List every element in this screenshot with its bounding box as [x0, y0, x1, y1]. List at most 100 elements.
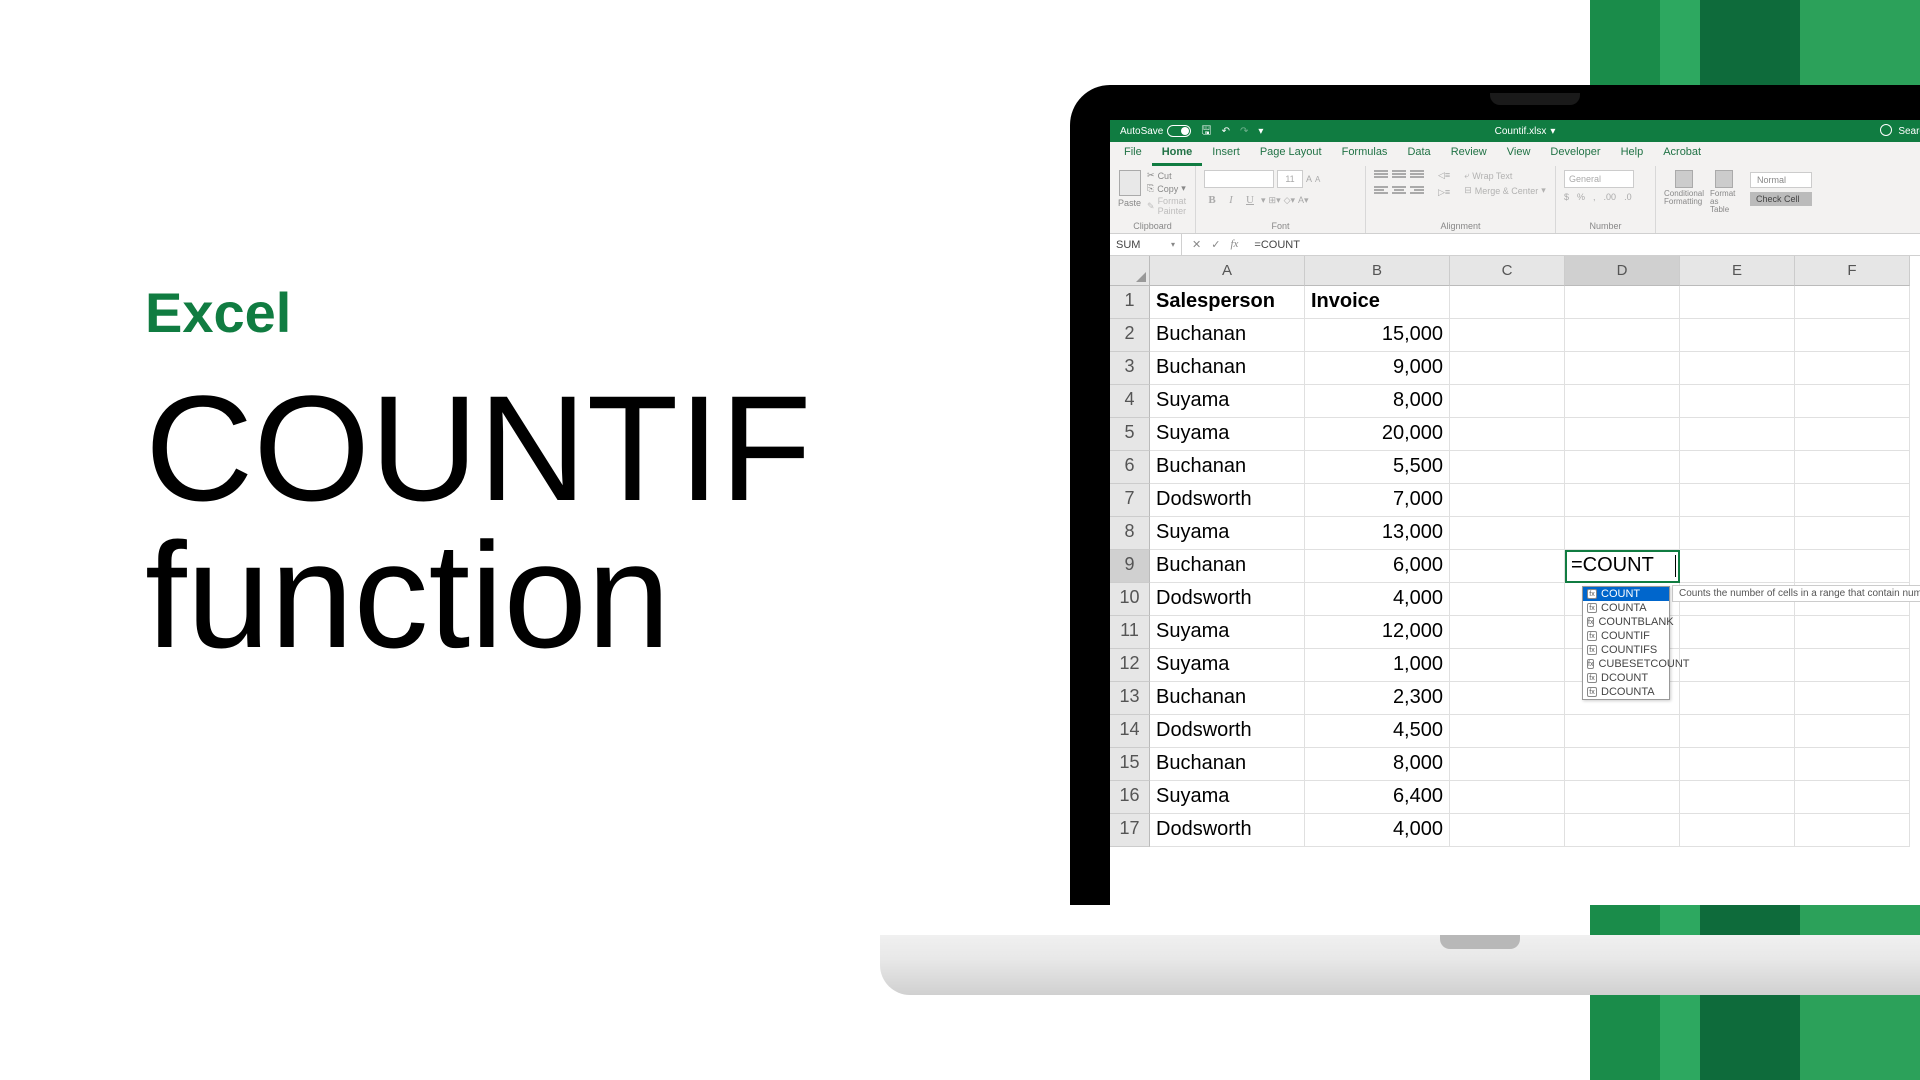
format-as-table-button[interactable]: Format as Table: [1710, 170, 1738, 214]
decrease-indent-icon[interactable]: ◁≡: [1438, 170, 1450, 181]
tab-insert[interactable]: Insert: [1202, 142, 1250, 166]
cell[interactable]: 6,400: [1305, 781, 1450, 814]
cell[interactable]: [1680, 451, 1795, 484]
row-header[interactable]: 7: [1110, 484, 1150, 517]
cell[interactable]: 8,000: [1305, 748, 1450, 781]
autocomplete-item[interactable]: fxCOUNTA: [1583, 601, 1669, 615]
cell[interactable]: Dodsworth: [1150, 583, 1305, 616]
cell[interactable]: [1450, 352, 1565, 385]
active-cell[interactable]: =COUNT: [1565, 550, 1680, 583]
row-header[interactable]: 4: [1110, 385, 1150, 418]
cell[interactable]: [1795, 352, 1910, 385]
tab-home[interactable]: Home: [1152, 142, 1203, 166]
row-header[interactable]: 5: [1110, 418, 1150, 451]
cell[interactable]: [1565, 715, 1680, 748]
font-size-select[interactable]: [1277, 170, 1303, 188]
cell[interactable]: [1795, 616, 1910, 649]
cell[interactable]: [1565, 484, 1680, 517]
tab-formulas[interactable]: Formulas: [1332, 142, 1398, 166]
chevron-down-icon[interactable]: ▾: [1550, 126, 1555, 137]
cell[interactable]: [1680, 418, 1795, 451]
formula-input[interactable]: =COUNT: [1248, 239, 1300, 251]
cell[interactable]: [1680, 649, 1795, 682]
row-header[interactable]: 17: [1110, 814, 1150, 847]
row-header[interactable]: 13: [1110, 682, 1150, 715]
cell[interactable]: [1795, 286, 1910, 319]
cell[interactable]: [1565, 451, 1680, 484]
cell[interactable]: [1450, 550, 1565, 583]
row-header[interactable]: 3: [1110, 352, 1150, 385]
cell[interactable]: [1795, 748, 1910, 781]
tab-review[interactable]: Review: [1441, 142, 1497, 166]
cell[interactable]: [1450, 319, 1565, 352]
chevron-down-icon[interactable]: ▾: [1171, 240, 1175, 249]
cell[interactable]: 13,000: [1305, 517, 1450, 550]
cell[interactable]: Salesperson: [1150, 286, 1305, 319]
cell[interactable]: [1450, 484, 1565, 517]
cell[interactable]: [1680, 352, 1795, 385]
font-family-select[interactable]: [1204, 170, 1274, 188]
tab-acrobat[interactable]: Acrobat: [1653, 142, 1711, 166]
row-header[interactable]: 6: [1110, 451, 1150, 484]
increase-decimal-icon[interactable]: .00: [1604, 192, 1617, 202]
autocomplete-item[interactable]: fxCUBESETCOUNT: [1583, 657, 1669, 671]
cell[interactable]: 1,000: [1305, 649, 1450, 682]
cell[interactable]: Suyama: [1150, 517, 1305, 550]
bold-button[interactable]: B: [1204, 192, 1220, 208]
align-right-icon[interactable]: [1410, 186, 1424, 196]
col-header-a[interactable]: A: [1150, 256, 1305, 286]
cell[interactable]: 4,500: [1305, 715, 1450, 748]
cell[interactable]: Suyama: [1150, 385, 1305, 418]
cell[interactable]: 7,000: [1305, 484, 1450, 517]
cell[interactable]: 12,000: [1305, 616, 1450, 649]
col-header-e[interactable]: E: [1680, 256, 1795, 286]
qat-dropdown-icon[interactable]: ▾: [1258, 126, 1263, 137]
cell[interactable]: [1565, 748, 1680, 781]
cell[interactable]: [1795, 781, 1910, 814]
save-icon[interactable]: [1201, 121, 1211, 142]
cell[interactable]: 20,000: [1305, 418, 1450, 451]
cancel-formula-icon[interactable]: ✕: [1192, 238, 1201, 251]
cell[interactable]: [1450, 517, 1565, 550]
cell[interactable]: [1680, 616, 1795, 649]
cell[interactable]: Buchanan: [1150, 319, 1305, 352]
cell[interactable]: [1450, 286, 1565, 319]
align-middle-icon[interactable]: [1392, 170, 1406, 180]
number-format-select[interactable]: [1564, 170, 1634, 188]
row-header[interactable]: 11: [1110, 616, 1150, 649]
font-color-icon[interactable]: A▾: [1298, 195, 1309, 206]
cell[interactable]: [1795, 814, 1910, 847]
cell[interactable]: [1680, 682, 1795, 715]
cell[interactable]: [1680, 517, 1795, 550]
cell[interactable]: 15,000: [1305, 319, 1450, 352]
cell[interactable]: [1795, 517, 1910, 550]
percent-icon[interactable]: %: [1577, 192, 1585, 202]
cell[interactable]: [1795, 319, 1910, 352]
toggle-switch-icon[interactable]: [1167, 125, 1191, 137]
cell[interactable]: Dodsworth: [1150, 814, 1305, 847]
copy-button[interactable]: ⎘ Copy ▾: [1147, 183, 1187, 194]
underline-button[interactable]: U: [1242, 192, 1258, 208]
cell[interactable]: [1565, 319, 1680, 352]
cell[interactable]: [1565, 286, 1680, 319]
cell[interactable]: [1450, 814, 1565, 847]
cell[interactable]: [1450, 715, 1565, 748]
cell[interactable]: [1450, 418, 1565, 451]
autocomplete-item[interactable]: fxCOUNTIF: [1583, 629, 1669, 643]
cell[interactable]: [1450, 385, 1565, 418]
select-all-corner[interactable]: [1110, 256, 1150, 286]
cell[interactable]: Invoice: [1305, 286, 1450, 319]
col-header-f[interactable]: F: [1795, 256, 1910, 286]
cell[interactable]: [1450, 583, 1565, 616]
italic-button[interactable]: I: [1223, 192, 1239, 208]
paste-button[interactable]: Paste: [1118, 170, 1141, 208]
formula-autocomplete[interactable]: fxCOUNT fxCOUNTA fxCOUNTBLANK fxCOUNTIF …: [1582, 586, 1670, 700]
cell[interactable]: [1450, 781, 1565, 814]
tab-developer[interactable]: Developer: [1540, 142, 1610, 166]
cell[interactable]: [1680, 715, 1795, 748]
row-header[interactable]: 12: [1110, 649, 1150, 682]
merge-center-button[interactable]: ⊟ Merge & Center ▾: [1464, 185, 1546, 196]
row-header[interactable]: 15: [1110, 748, 1150, 781]
align-top-icon[interactable]: [1374, 170, 1388, 180]
tab-page-layout[interactable]: Page Layout: [1250, 142, 1332, 166]
